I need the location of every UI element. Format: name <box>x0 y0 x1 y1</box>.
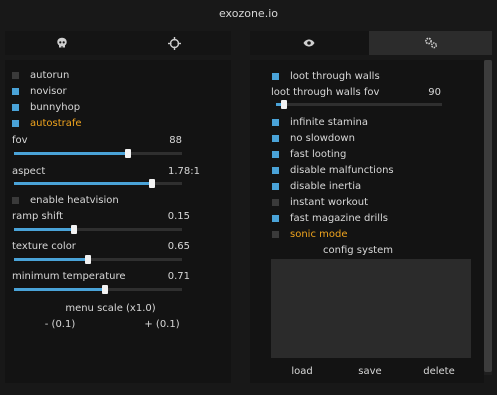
toggle-novisor[interactable]: novisor <box>12 84 67 98</box>
config-save-button[interactable]: save <box>352 366 388 377</box>
slider-value-aspect: 1.78:1 <box>168 166 200 177</box>
slider-fill <box>14 288 105 291</box>
toggle-label: instant workout <box>290 196 369 208</box>
config-delete-button[interactable]: delete <box>418 366 460 377</box>
toggle-infinite-stamina[interactable]: infinite stamina <box>272 115 368 129</box>
slider-handle[interactable] <box>85 255 91 264</box>
skull-icon <box>56 37 67 48</box>
slider-handle[interactable] <box>125 149 131 158</box>
slider-loot-fov[interactable] <box>276 100 442 109</box>
gear-icon <box>424 37 437 49</box>
toggle-fast-magazine-drills[interactable]: fast magazine drills <box>272 211 388 225</box>
toggle-label: autorun <box>30 69 70 81</box>
toggle-no-slowdown[interactable]: no slowdown <box>272 131 355 145</box>
toggle-loot-through-walls[interactable]: loot through walls <box>272 69 380 83</box>
checkbox[interactable] <box>272 230 279 238</box>
toggle-label: infinite stamina <box>290 116 369 128</box>
checkbox[interactable] <box>272 150 279 158</box>
toggle-instant-workout[interactable]: instant workout <box>272 195 368 209</box>
slider-fill <box>14 182 152 185</box>
checkbox[interactable] <box>272 118 279 126</box>
checkbox[interactable] <box>272 72 279 80</box>
slider-texture-color[interactable] <box>14 255 182 264</box>
config-load-button[interactable]: load <box>284 366 320 377</box>
toggle-heatvision[interactable]: enable heatvision <box>12 193 119 207</box>
config-list[interactable] <box>271 259 471 358</box>
toggle-label: sonic mode <box>290 228 348 240</box>
slider-value-fov: 88 <box>169 135 182 146</box>
slider-min-temp[interactable] <box>14 285 182 294</box>
slider-aspect[interactable] <box>14 179 182 188</box>
menu-scale-decrease-button[interactable]: - (0.1) <box>30 319 90 330</box>
slider-label-texture-color: texture color <box>12 241 76 252</box>
toggle-disable-inertia[interactable]: disable inertia <box>272 179 361 193</box>
checkbox[interactable] <box>12 103 19 111</box>
toggle-label: disable inertia <box>290 180 362 192</box>
slider-handle[interactable] <box>71 225 77 234</box>
toggle-label: disable malfunctions <box>290 164 394 176</box>
menu-scale-label: menu scale (x1.0) <box>65 303 156 314</box>
toggle-label: fast magazine drills <box>290 212 389 224</box>
toggle-label: autostrafe <box>30 117 82 129</box>
slider-value-texture-color: 0.65 <box>167 241 190 252</box>
slider-label-aspect: aspect <box>12 166 46 177</box>
toggle-label: no slowdown <box>290 132 355 144</box>
toggle-label: loot through walls <box>290 70 380 82</box>
slider-label-min-temp: minimum temperature <box>12 271 126 282</box>
slider-handle[interactable] <box>102 285 108 294</box>
tab-aim[interactable] <box>118 31 231 55</box>
tabbar-left <box>5 31 231 55</box>
scrollbar-thumb[interactable] <box>484 60 492 372</box>
checkbox[interactable] <box>272 198 279 206</box>
toggle-sonic-mode[interactable]: sonic mode <box>272 227 347 241</box>
eye-icon <box>303 39 315 47</box>
slider-value-loot-fov: 90 <box>428 87 441 98</box>
checkbox[interactable] <box>272 182 279 190</box>
tab-esp[interactable] <box>250 31 368 55</box>
toggle-label: enable heatvision <box>30 194 119 206</box>
toggle-fast-looting[interactable]: fast looting <box>272 147 346 161</box>
toggle-autostrafe[interactable]: autostrafe <box>12 116 82 130</box>
toggle-bunnyhop[interactable]: bunnyhop <box>12 100 80 114</box>
checkbox[interactable] <box>12 119 19 127</box>
checkbox[interactable] <box>12 71 19 79</box>
checkbox[interactable] <box>272 134 279 142</box>
toggle-autorun[interactable]: autorun <box>12 68 69 82</box>
slider-handle[interactable] <box>149 179 155 188</box>
checkbox[interactable] <box>12 87 19 95</box>
slider-ramp-shift[interactable] <box>14 225 182 234</box>
slider-fill <box>14 228 74 231</box>
toggle-label: fast looting <box>290 148 347 160</box>
toggle-label: bunnyhop <box>30 101 81 113</box>
toggle-disable-malfunctions[interactable]: disable malfunctions <box>272 163 394 177</box>
slider-fill <box>14 152 128 155</box>
window-title: exozone.io <box>218 7 278 20</box>
slider-value-min-temp: 0.71 <box>167 271 190 282</box>
checkbox[interactable] <box>272 166 279 174</box>
tab-misc[interactable] <box>369 31 492 55</box>
tabbar-right <box>250 31 492 55</box>
slider-handle[interactable] <box>281 100 287 109</box>
checkbox[interactable] <box>12 196 19 204</box>
crosshair-icon <box>168 36 181 50</box>
slider-fill <box>14 258 88 261</box>
slider-label-fov: fov <box>12 135 28 146</box>
slider-label-ramp-shift: ramp shift <box>12 211 64 222</box>
slider-value-ramp-shift: 0.15 <box>167 211 190 222</box>
config-system-title: config system <box>323 245 393 256</box>
right-panel-scrollbar[interactable] <box>484 60 492 375</box>
toggle-label: novisor <box>30 85 67 97</box>
tab-visuals[interactable] <box>5 31 118 55</box>
menu-scale-increase-button[interactable]: + (0.1) <box>132 319 192 330</box>
checkbox[interactable] <box>272 214 279 222</box>
slider-label-loot-fov: loot through walls fov <box>271 87 380 98</box>
slider-fov[interactable] <box>14 149 182 158</box>
